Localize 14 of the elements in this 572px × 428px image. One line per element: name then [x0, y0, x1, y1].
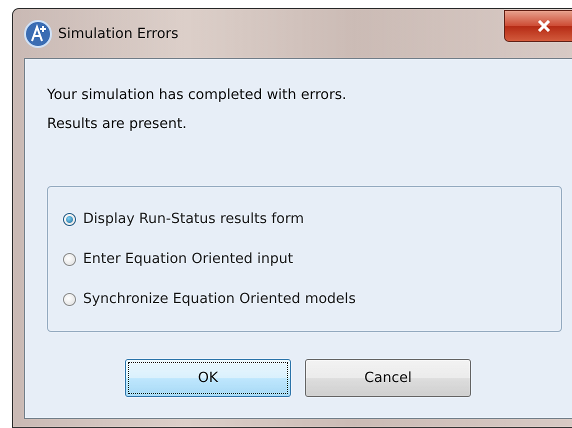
radio-button[interactable]	[63, 292, 76, 306]
option-label: Enter Equation Oriented input	[83, 251, 294, 267]
ok-button[interactable]: OK	[125, 359, 291, 397]
cancel-button[interactable]: Cancel	[305, 359, 471, 397]
message-text: Results are present.	[47, 115, 188, 134]
app-logo-icon	[24, 20, 52, 48]
message-text: Your simulation has completed with errors.	[47, 86, 348, 105]
close-icon	[536, 20, 550, 32]
window-title: Simulation Errors	[58, 26, 178, 42]
radio-button[interactable]	[63, 212, 76, 226]
option-label: Synchronize Equation Oriented models	[83, 291, 356, 307]
close-button[interactable]	[504, 10, 572, 42]
radio-button[interactable]	[63, 252, 76, 266]
option-label: Display Run-Status results form	[83, 211, 304, 227]
